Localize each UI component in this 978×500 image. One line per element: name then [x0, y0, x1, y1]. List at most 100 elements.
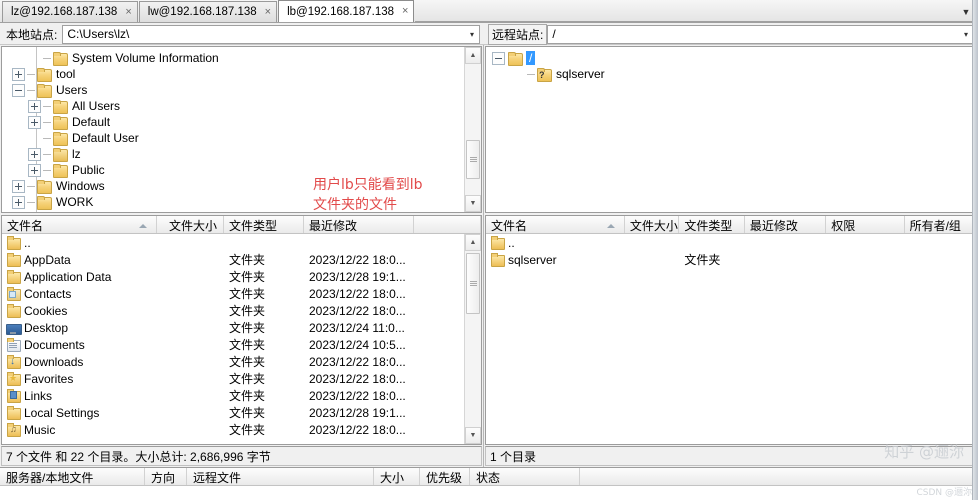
column-header-modified[interactable]: 最近修改	[745, 216, 827, 233]
expander-icon[interactable]	[12, 67, 25, 81]
local-list-rows[interactable]: .. AppData 文件夹 2023/12/22 18:0... Applic…	[2, 234, 464, 444]
folder-icon	[507, 51, 523, 66]
cell-filename: ..	[508, 235, 515, 250]
scroll-down-icon[interactable]: ▼	[465, 195, 481, 212]
cell-modified: 2023/12/22 18:0...	[309, 371, 406, 386]
tree-item-system-volume-information[interactable]: System Volume Information	[2, 50, 464, 66]
expander-icon[interactable]	[28, 99, 41, 113]
table-row[interactable]: Contacts 文件夹 2023/12/22 18:0...	[2, 285, 464, 302]
local-directory-tree[interactable]: System Volume Information tool Users All…	[2, 47, 464, 212]
tree-item-work[interactable]: WORK	[2, 194, 464, 210]
tab-lw[interactable]: lw@192.168.187.138 ×	[138, 1, 278, 22]
queue-column-remote-file[interactable]: 远程文件	[187, 468, 374, 485]
table-row[interactable]: Links 文件夹 2023/12/22 18:0...	[2, 387, 464, 404]
cell-modified: 2023/12/28 19:1...	[309, 405, 406, 420]
local-tree-scrollbar[interactable]: ▲ ▼	[464, 47, 481, 212]
tab-bar-filler	[415, 0, 978, 22]
remote-list-rows[interactable]: .. sqlserver 文件夹	[486, 234, 976, 444]
tab-lz[interactable]: lz@192.168.187.138 ×	[2, 1, 138, 22]
queue-column-server-local-file[interactable]: 服务器/本地文件	[0, 468, 145, 485]
queue-column-size[interactable]: 大小	[374, 468, 420, 485]
close-icon[interactable]: ×	[125, 6, 131, 18]
music-icon: ♫	[6, 423, 21, 437]
expander-icon[interactable]	[12, 83, 25, 97]
table-row[interactable]: sqlserver 文件夹	[486, 251, 976, 268]
tree-item-tool[interactable]: tool	[2, 66, 464, 82]
column-header-permissions[interactable]: 权限	[826, 216, 905, 233]
scrollbar-thumb[interactable]	[466, 139, 480, 180]
tree-item-default[interactable]: Default	[2, 114, 464, 130]
expander-icon[interactable]	[28, 52, 41, 65]
expander-icon[interactable]	[28, 115, 41, 129]
tree-item-public[interactable]: Public	[2, 162, 464, 178]
close-icon[interactable]: ×	[402, 6, 408, 17]
cell-filename: Favorites	[24, 371, 74, 386]
queue-body[interactable]	[0, 486, 978, 500]
column-header-filename[interactable]: 文件名	[2, 216, 157, 233]
tree-item-all-users[interactable]: All Users	[2, 98, 464, 114]
table-row[interactable]: Local Settings 文件夹 2023/12/28 19:1...	[2, 404, 464, 421]
column-header-owner-group[interactable]: 所有者/组	[905, 216, 976, 233]
tree-line	[43, 137, 51, 139]
remote-status-text: 1 个目录	[490, 449, 537, 464]
tree-item-windows[interactable]: Windows	[2, 178, 464, 194]
table-row[interactable]: ★ Favorites 文件夹 2023/12/22 18:0...	[2, 370, 464, 387]
expander-icon[interactable]	[12, 195, 25, 209]
expander-icon[interactable]	[28, 132, 41, 145]
remote-site-path-combo[interactable]: / ▾	[547, 24, 974, 44]
tab-lb[interactable]: lb@192.168.187.138 ×	[278, 0, 415, 22]
chevron-down-icon[interactable]: ▼	[960, 6, 972, 18]
chevron-down-icon[interactable]: ▾	[467, 30, 477, 39]
close-icon[interactable]: ×	[265, 6, 271, 18]
local-site-path-value: C:\Users\lz\	[67, 27, 130, 41]
table-row[interactable]: Application Data 文件夹 2023/12/28 19:1...	[2, 268, 464, 285]
folder-icon	[6, 406, 21, 420]
tree-item-lz[interactable]: lz	[2, 146, 464, 162]
table-row[interactable]: ..	[2, 234, 464, 251]
scroll-up-icon[interactable]: ▲	[465, 234, 481, 251]
cell-filetype: 文件夹	[229, 253, 266, 267]
site-bars: 本地站点: C:\Users\lz\ ▾ 远程站点: / ▾	[0, 23, 978, 45]
remote-directory-tree[interactable]: / ? sqlserver	[486, 47, 976, 212]
expander-icon[interactable]	[12, 179, 25, 193]
scrollbar-track[interactable]	[465, 251, 481, 427]
chevron-down-icon[interactable]: ▾	[961, 30, 971, 39]
expander-icon[interactable]	[28, 147, 41, 161]
expander-icon[interactable]	[28, 163, 41, 177]
scroll-up-icon[interactable]: ▲	[465, 47, 481, 64]
queue-column-direction[interactable]: 方向	[145, 468, 187, 485]
tree-item-root[interactable]: /	[486, 50, 976, 66]
table-row[interactable]: ♫ Music 文件夹 2023/12/22 18:0...	[2, 421, 464, 438]
cell-modified: 2023/12/22 18:0...	[309, 286, 406, 301]
scrollbar-thumb[interactable]	[466, 252, 480, 315]
column-header-filename[interactable]: 文件名	[486, 216, 625, 233]
tree-item-users[interactable]: Users	[2, 82, 464, 98]
column-header-filesize[interactable]: 文件大小	[157, 216, 224, 233]
column-header-filetype[interactable]: 文件类型	[224, 216, 304, 233]
tab-label: lw@192.168.187.138	[147, 6, 257, 18]
queue-column-status[interactable]: 状态	[470, 468, 580, 485]
tree-item-default-user[interactable]: Default User	[2, 130, 464, 146]
expander-icon[interactable]	[492, 51, 505, 65]
queue-column-priority[interactable]: 优先级	[420, 468, 470, 485]
cell-filename: Downloads	[24, 354, 84, 369]
tree-line	[27, 201, 35, 203]
table-row[interactable]: ..	[486, 234, 976, 251]
table-row[interactable]: AppData 文件夹 2023/12/22 18:0...	[2, 251, 464, 268]
table-row[interactable]: ↓ Downloads 文件夹 2023/12/22 18:0...	[2, 353, 464, 370]
expander-icon[interactable]	[512, 68, 525, 81]
scrollbar-track[interactable]	[465, 64, 481, 195]
table-row[interactable]: Documents 文件夹 2023/12/24 10:5...	[2, 336, 464, 353]
local-list-scrollbar[interactable]: ▲ ▼	[464, 234, 481, 444]
column-header-modified[interactable]: 最近修改	[304, 216, 414, 233]
scroll-down-icon[interactable]: ▼	[465, 427, 481, 444]
links-icon	[6, 389, 21, 403]
column-header-filetype[interactable]: 文件类型	[679, 216, 745, 233]
local-site-path-combo[interactable]: C:\Users\lz\ ▾	[62, 24, 480, 44]
tree-item-sqlserver[interactable]: ? sqlserver	[486, 66, 976, 82]
column-label: 文件名	[491, 218, 528, 233]
table-row[interactable]: Cookies 文件夹 2023/12/22 18:0...	[2, 302, 464, 319]
table-row[interactable]: Desktop 文件夹 2023/12/24 11:0...	[2, 319, 464, 336]
column-label: 最近修改	[309, 218, 358, 233]
column-header-filesize[interactable]: 文件大小	[625, 216, 680, 233]
